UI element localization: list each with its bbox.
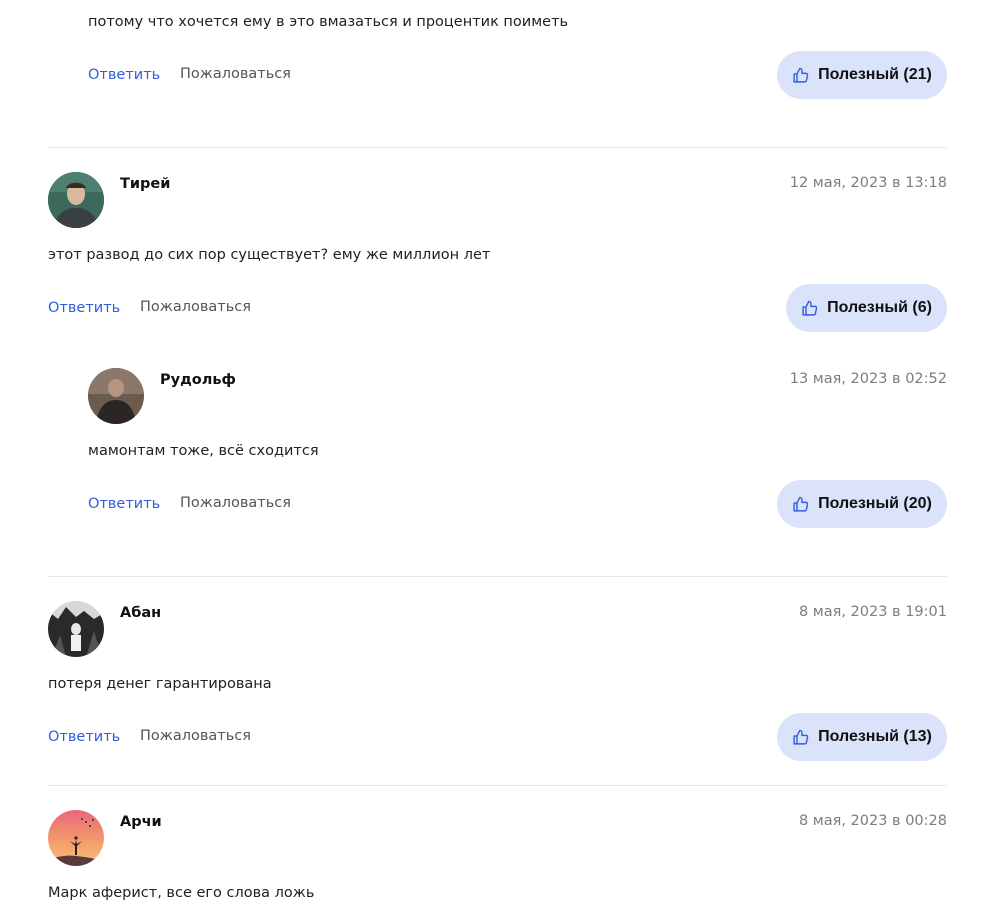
author-name[interactable]: Тирей: [120, 176, 170, 192]
report-button[interactable]: Пожаловаться: [140, 299, 251, 315]
useful-button[interactable]: Полезный (13): [777, 713, 947, 761]
useful-label: Полезный (20): [818, 495, 932, 512]
reply-button[interactable]: Ответить: [88, 67, 160, 83]
useful-button[interactable]: Полезный (20): [777, 480, 947, 528]
comment-text: этот развод до сих пор существует? ему ж…: [48, 247, 491, 263]
report-button[interactable]: Пожаловаться: [140, 728, 251, 744]
thumbs-up-icon: [793, 496, 809, 512]
avatar[interactable]: [88, 368, 144, 424]
reply-button[interactable]: Ответить: [48, 729, 120, 745]
thumbs-up-icon: [793, 67, 809, 83]
thumbs-up-icon: [793, 729, 809, 745]
useful-label: Полезный (13): [818, 728, 932, 745]
author-name[interactable]: Рудольф: [160, 372, 236, 388]
report-button[interactable]: Пожаловаться: [180, 495, 291, 511]
report-button[interactable]: Пожаловаться: [180, 66, 291, 82]
comment-text: потому что хочется ему в это вмазаться и…: [88, 14, 569, 30]
avatar[interactable]: [48, 601, 104, 657]
divider: [48, 147, 947, 148]
comment-date: 8 мая, 2023 в 00:28: [798, 813, 947, 829]
divider: [48, 576, 947, 577]
useful-label: Полезный (6): [827, 299, 932, 316]
reply-button[interactable]: Ответить: [88, 496, 160, 512]
useful-button[interactable]: Полезный (6): [786, 284, 947, 332]
comment-date: 12 мая, 2023 в 13:18: [789, 175, 947, 191]
comment-date: 8 мая, 2023 в 19:01: [798, 604, 947, 620]
useful-label: Полезный (21): [818, 66, 932, 83]
useful-button[interactable]: Полезный (21): [777, 51, 947, 99]
avatar[interactable]: [48, 172, 104, 228]
comment-text: потеря денег гарантирована: [48, 676, 272, 692]
divider: [48, 785, 947, 786]
comment-text: мамонтам тоже, всё сходится: [88, 443, 319, 459]
thumbs-up-icon: [802, 300, 818, 316]
reply-button[interactable]: Ответить: [48, 300, 120, 316]
comment-text: Марк аферист, все его слова ложь: [48, 885, 315, 901]
comment-date: 13 мая, 2023 в 02:52: [789, 371, 947, 387]
author-name[interactable]: Абан: [120, 605, 161, 621]
author-name[interactable]: Арчи: [120, 814, 162, 830]
avatar[interactable]: [48, 810, 104, 866]
